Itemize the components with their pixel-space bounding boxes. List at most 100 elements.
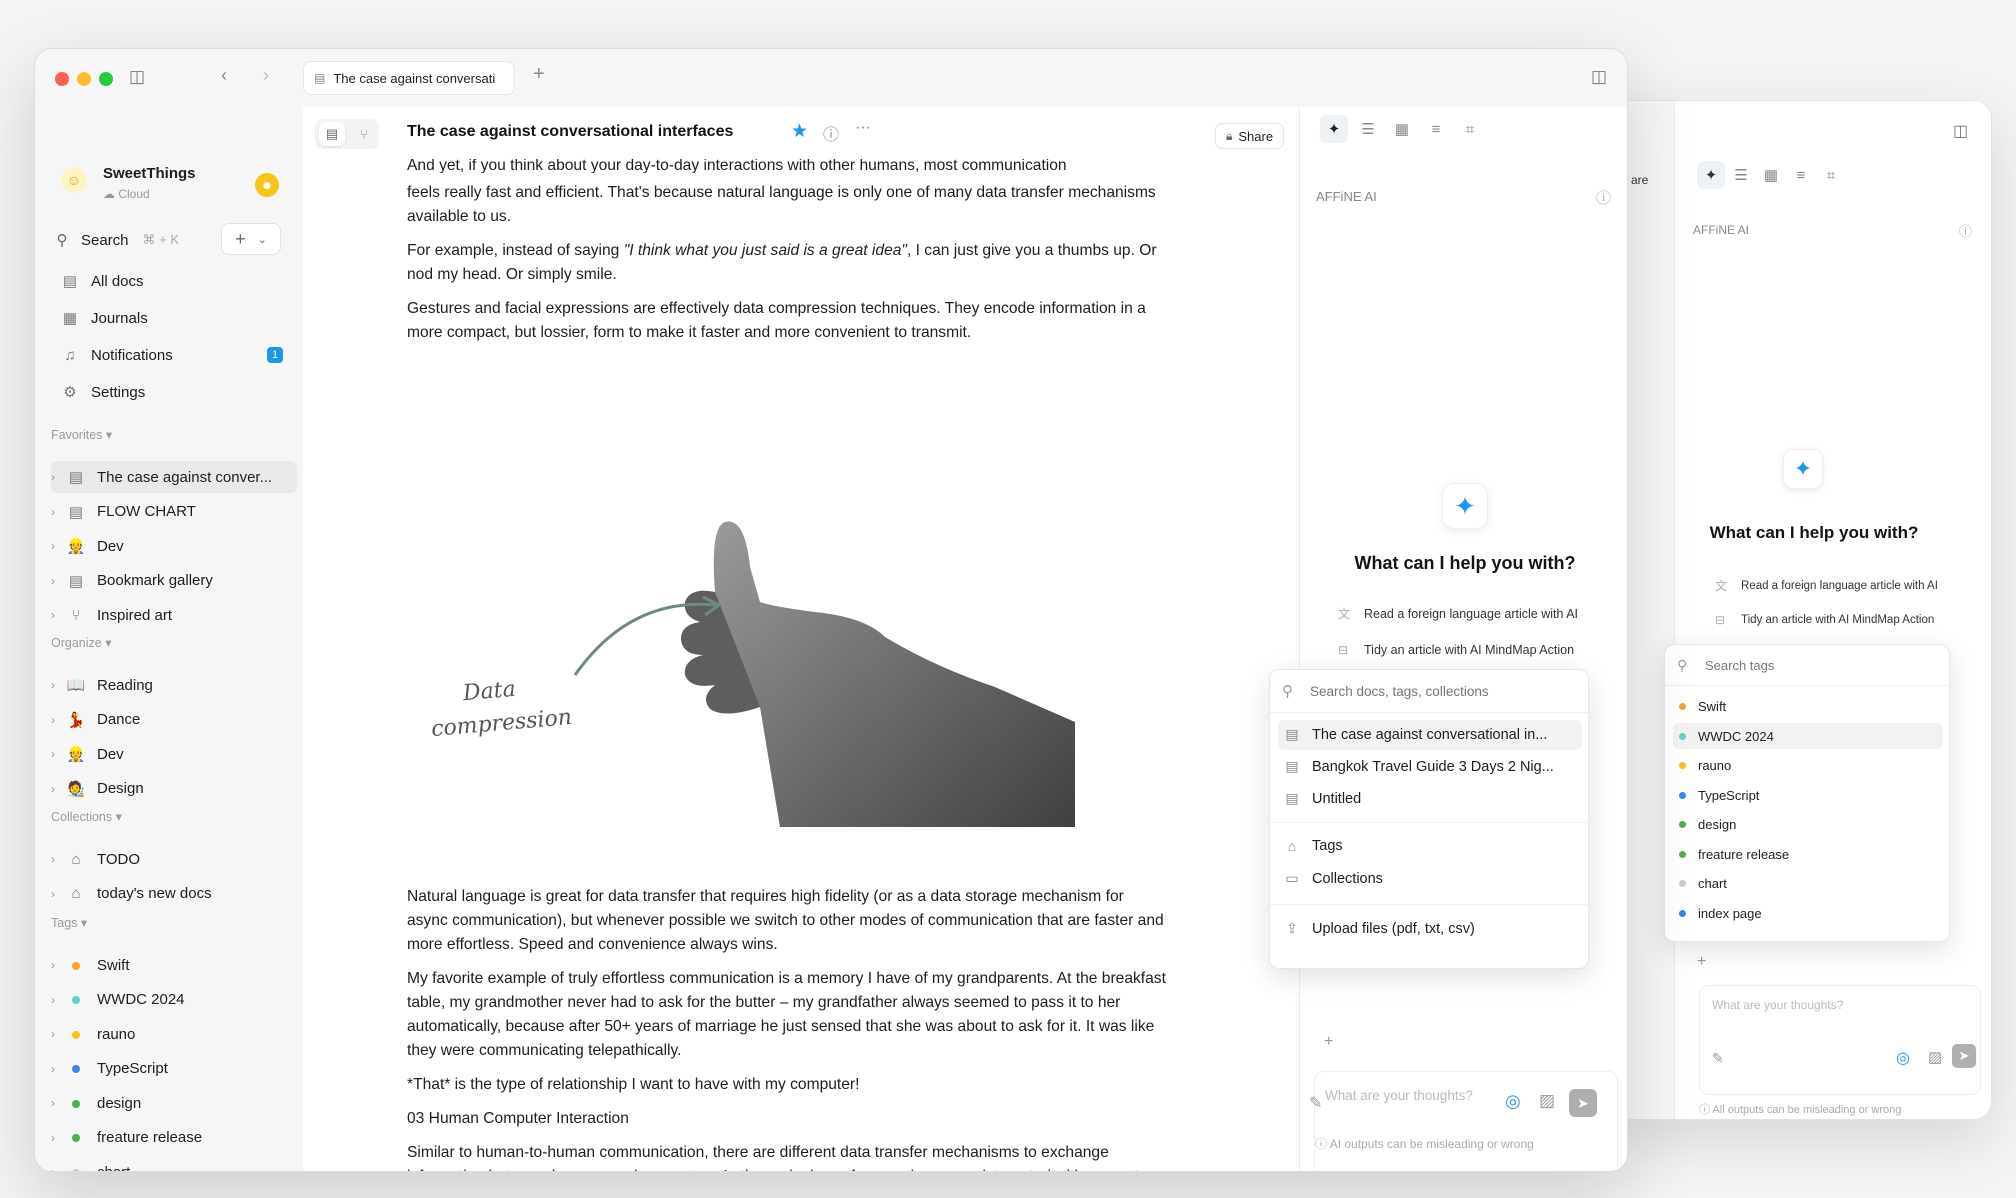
ai-suggestion[interactable]: ⊟ Tidy an article with AI MindMap Action — [1715, 613, 1934, 627]
split-view-icon[interactable]: ◫ — [1953, 121, 1968, 141]
user-avatar[interactable]: ☻ — [255, 173, 279, 197]
tag-search-input[interactable] — [1705, 655, 1935, 675]
chevron-right-icon[interactable]: › — [51, 887, 65, 901]
new-tab-button[interactable]: + — [533, 63, 545, 86]
tag-option[interactable]: chart — [1679, 876, 1727, 891]
ai-input-2[interactable]: What are your thoughts? ✎ ◎ ▨ ➤ — [1699, 985, 1981, 1095]
send-button[interactable]: ➤ — [1952, 1044, 1976, 1068]
chevron-right-icon[interactable]: › — [51, 1062, 65, 1076]
ai-input[interactable]: What are your thoughts? — [1314, 1071, 1618, 1171]
tag-option[interactable]: WWDC 2024 — [1679, 729, 1774, 744]
favorite-item[interactable]: › 👷 Dev — [51, 530, 297, 562]
organize-item[interactable]: › 📖 Reading — [51, 669, 297, 701]
chevron-right-icon[interactable]: › — [51, 1131, 65, 1145]
chevron-right-icon[interactable]: › — [51, 958, 65, 972]
favorite-item[interactable]: › ▤ Bookmark gallery — [51, 565, 297, 597]
sidebar-item-journals[interactable]: ▦ Journals — [51, 302, 297, 334]
tag-option[interactable]: freature release — [1679, 847, 1789, 862]
right-sidebar-toggle-icon[interactable]: ◫ — [1591, 67, 1607, 87]
tab-active[interactable]: ▤ The case against conversati — [303, 61, 515, 95]
organize-item[interactable]: › 🧑‍🎨 Design — [51, 773, 297, 805]
tag-item[interactable]: › TypeScript — [51, 1053, 297, 1085]
chevron-right-icon[interactable]: › — [51, 505, 65, 519]
sidebar-item-settings[interactable]: ⚙ Settings — [51, 376, 297, 408]
collection-item[interactable]: › ⌂ TODO — [51, 843, 297, 875]
chevron-right-icon[interactable]: › — [51, 782, 65, 796]
new-doc-button[interactable]: + ⌄ — [221, 223, 281, 255]
workspace-avatar[interactable]: ☺ — [61, 167, 87, 193]
ai-suggestion[interactable]: 文 Read a foreign language article with AI — [1715, 577, 1938, 594]
edgeless-mode-icon[interactable]: ⑂ — [351, 122, 377, 146]
ai-suggestion[interactable]: ⊟ Tidy an article with AI MindMap Action — [1338, 643, 1574, 657]
popup-doc-item[interactable]: ▤ Bangkok Travel Guide 3 Days 2 Nig... — [1282, 758, 1553, 775]
chevron-right-icon[interactable]: › — [51, 713, 65, 727]
tag-item[interactable]: › freature release — [51, 1122, 297, 1154]
page-mode-icon[interactable]: ▤ — [319, 122, 345, 146]
section-collections[interactable]: Collections ▾ — [51, 809, 122, 824]
popup-doc-item[interactable]: ▤ Untitled — [1282, 790, 1361, 807]
calendar-icon[interactable]: ▦ — [1757, 161, 1785, 189]
ai-sparkle-icon[interactable]: ✦ — [1697, 161, 1725, 189]
doc-search-input[interactable] — [1310, 680, 1574, 702]
organize-item[interactable]: › 👷 Dev — [51, 738, 297, 770]
help-icon[interactable]: ⓘ — [1596, 187, 1611, 208]
add-icon[interactable]: + — [1324, 1033, 1333, 1051]
section-organize[interactable]: Organize ▾ — [51, 635, 111, 650]
favorite-item[interactable]: › ▤ FLOW CHART — [51, 496, 297, 528]
image-icon[interactable]: ▨ — [1539, 1091, 1555, 1111]
globe-icon[interactable]: ◎ — [1896, 1048, 1910, 1068]
sidebar-toggle-icon[interactable]: ◫ — [129, 67, 145, 87]
tag-option[interactable]: rauno — [1679, 758, 1731, 773]
tag-option[interactable]: index page — [1679, 906, 1762, 921]
collection-item[interactable]: › ⌂ today's new docs — [51, 878, 297, 910]
share-button[interactable]: 🔒︎ Share — [1215, 123, 1285, 149]
chevron-right-icon[interactable]: › — [51, 678, 65, 692]
forward-icon[interactable]: › — [263, 65, 269, 86]
popup-doc-item[interactable]: ▤ The case against conversational in... — [1282, 726, 1547, 743]
tag-item[interactable]: › design — [51, 1087, 297, 1119]
tag-option[interactable]: TypeScript — [1679, 788, 1759, 803]
attach-icon[interactable]: ✎ — [1309, 1093, 1322, 1113]
ai-sparkle-icon[interactable]: ✦ — [1320, 115, 1348, 143]
more-icon[interactable]: ··· — [855, 119, 871, 137]
send-button[interactable]: ➤ — [1569, 1089, 1597, 1117]
close-window-button[interactable] — [55, 72, 69, 86]
chevron-right-icon[interactable]: › — [51, 608, 65, 622]
calendar-icon[interactable]: ▦ — [1388, 115, 1416, 143]
tag-item[interactable]: › rauno — [51, 1018, 297, 1050]
chevron-right-icon[interactable]: › — [51, 747, 65, 761]
back-icon[interactable]: ‹ — [221, 65, 227, 86]
workspace-name[interactable]: SweetThings — [103, 165, 196, 182]
toc-icon[interactable]: ≡ — [1787, 161, 1815, 189]
attach-icon[interactable]: ✎ — [1712, 1050, 1724, 1067]
image-icon[interactable]: ▨ — [1928, 1048, 1942, 1066]
search-button[interactable]: ⚲ Search ⌘ + K — [49, 223, 239, 257]
tag-item[interactable]: › chart — [51, 1156, 297, 1171]
section-favorites[interactable]: Favorites ▾ — [51, 427, 112, 442]
info-icon[interactable]: ⓘ — [823, 121, 839, 145]
organize-item[interactable]: › 💃 Dance — [51, 704, 297, 736]
favorite-star-icon[interactable]: ★ — [791, 120, 808, 143]
sidebar-item-all-docs[interactable]: ▤ All docs — [51, 265, 297, 297]
chevron-right-icon[interactable]: › — [51, 1165, 65, 1171]
chevron-right-icon[interactable]: › — [51, 1027, 65, 1041]
minimize-window-button[interactable] — [77, 72, 91, 86]
popup-tags-item[interactable]: ⌂ Tags — [1282, 838, 1343, 854]
chevron-right-icon[interactable]: › — [51, 1096, 65, 1110]
help-icon[interactable]: ⓘ — [1959, 221, 1972, 240]
toc-icon[interactable]: ≡ — [1422, 115, 1450, 143]
outline-icon[interactable]: ☰ — [1354, 115, 1382, 143]
add-icon[interactable]: + — [1697, 953, 1706, 971]
ai-suggestion[interactable]: 文 Read a foreign language article with AI — [1338, 605, 1578, 622]
doc-title[interactable]: The case against conversational interfac… — [407, 123, 733, 141]
favorite-item[interactable]: › ⑂ Inspired art — [51, 599, 297, 631]
tag-item[interactable]: › WWDC 2024 — [51, 984, 297, 1016]
globe-icon[interactable]: ◎ — [1505, 1091, 1521, 1112]
frame-icon[interactable]: ⌗ — [1456, 115, 1484, 143]
chevron-right-icon[interactable]: › — [51, 852, 65, 866]
chevron-right-icon[interactable]: › — [51, 470, 65, 484]
chevron-right-icon[interactable]: › — [51, 539, 65, 553]
popup-collections-item[interactable]: ▭ Collections — [1282, 870, 1383, 887]
tag-option[interactable]: Swift — [1679, 699, 1726, 714]
popup-upload-item[interactable]: ⇪ Upload files (pdf, txt, csv) — [1282, 920, 1475, 937]
